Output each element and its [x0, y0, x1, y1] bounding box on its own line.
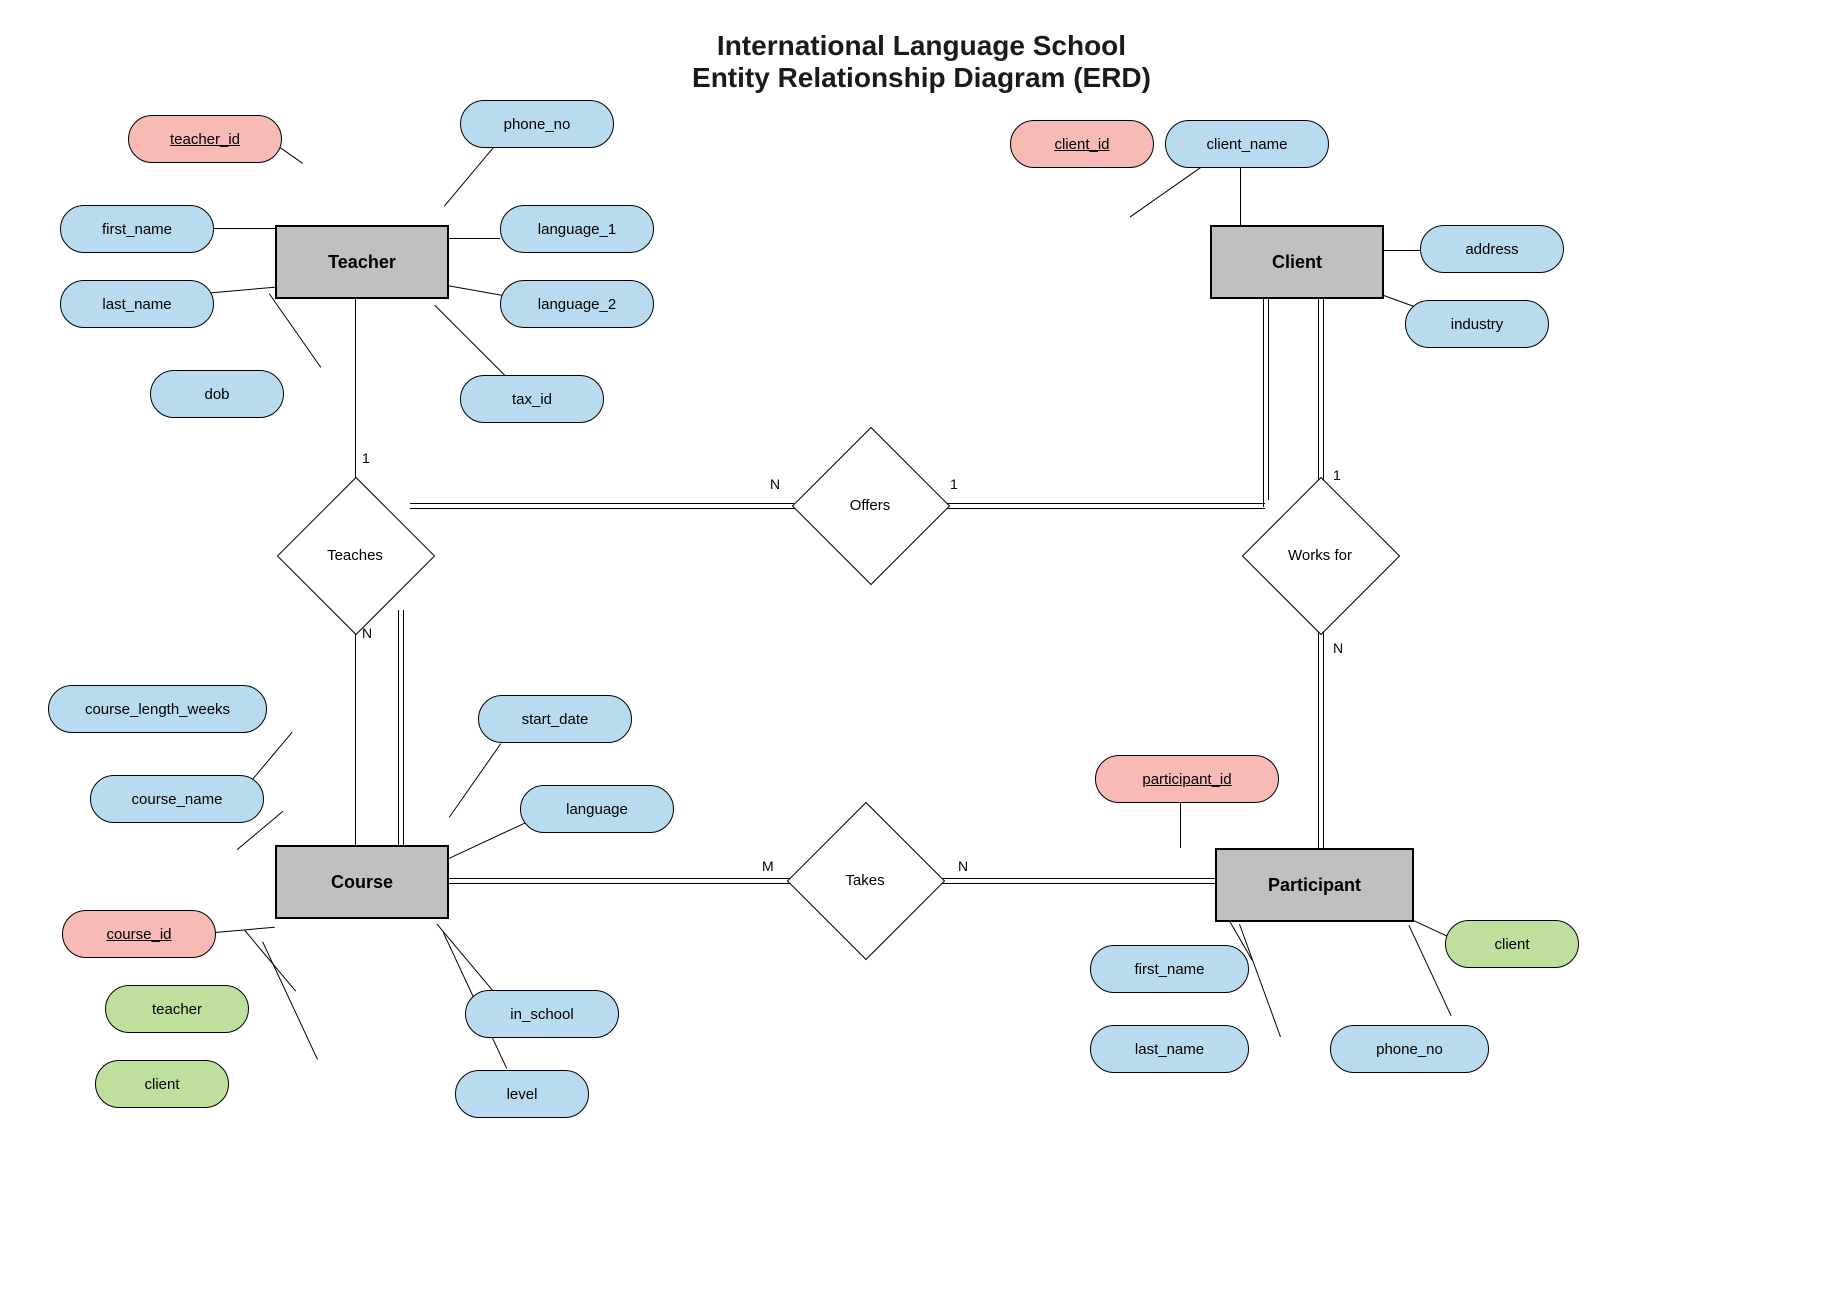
entity-teacher: Teacher [275, 225, 449, 299]
attr-last-name: last_name [60, 280, 214, 328]
attr-course-name: course_name [90, 775, 264, 823]
cardinality-takes-m: M [762, 858, 774, 874]
attr-client-id: client_id [1010, 120, 1154, 168]
connector [434, 305, 505, 376]
erd-diagram: International Language School Entity Rel… [0, 0, 1843, 1300]
attr-phone-no: phone_no [460, 100, 614, 148]
connector [445, 238, 500, 239]
relationship-offers-label: Offers [815, 450, 925, 560]
diagram-title-line1: International Language School [0, 30, 1843, 62]
attr-dob: dob [150, 370, 284, 418]
connector [444, 145, 496, 207]
cardinality-teaches-n: N [362, 625, 372, 641]
attr-language-2: language_2 [500, 280, 654, 328]
relationship-works-for: Works for [1265, 500, 1375, 610]
attr-address: address [1420, 225, 1564, 273]
rel-line-teaches-bottom [355, 600, 356, 845]
rel-line-takes-right [905, 878, 1215, 884]
relationship-teaches: Teaches [300, 500, 410, 610]
attr-course-client-fk: client [95, 1060, 229, 1108]
attr-industry: industry [1405, 300, 1549, 348]
relationship-works-for-label: Works for [1265, 500, 1375, 610]
rel-line-offers-right-v [1263, 295, 1269, 507]
entity-client-label: Client [1272, 252, 1322, 273]
entity-participant: Participant [1215, 848, 1414, 922]
connector [1240, 165, 1241, 225]
cardinality-offers-n: N [770, 476, 780, 492]
relationship-teaches-label: Teaches [300, 500, 410, 610]
attr-start-date: start_date [478, 695, 632, 743]
attr-language: language [520, 785, 674, 833]
cardinality-takes-n: N [958, 858, 968, 874]
attr-course-id: course_id [62, 910, 216, 958]
cardinality-offers-1: 1 [950, 476, 958, 492]
attr-in-school: in_school [465, 990, 619, 1038]
relationship-offers: Offers [815, 450, 925, 560]
attr-tax-id: tax_id [460, 375, 604, 423]
attr-first-name: first_name [60, 205, 214, 253]
cardinality-teaches-1: 1 [362, 450, 370, 466]
connector [449, 822, 526, 859]
cardinality-worksfor-n: N [1333, 640, 1343, 656]
connector [262, 941, 318, 1059]
relationship-takes: Takes [810, 825, 920, 935]
attr-participant-last-name: last_name [1090, 1025, 1249, 1073]
rel-line-worksfor-bottom [1318, 600, 1324, 848]
cardinality-worksfor-1: 1 [1333, 467, 1341, 483]
attr-participant-first-name: first_name [1090, 945, 1249, 993]
entity-participant-label: Participant [1268, 875, 1361, 896]
rel-line-offers-right [910, 503, 1265, 509]
attr-course-length-weeks: course_length_weeks [48, 685, 267, 733]
diagram-title-line2: Entity Relationship Diagram (ERD) [0, 62, 1843, 94]
entity-teacher-label: Teacher [328, 252, 396, 273]
attr-teacher-id: teacher_id [128, 115, 282, 163]
entity-client: Client [1210, 225, 1384, 299]
attr-level: level [455, 1070, 589, 1118]
rel-line-takes-left [445, 878, 825, 884]
relationship-takes-label: Takes [810, 825, 920, 935]
attr-client-name: client_name [1165, 120, 1329, 168]
rel-line-offers-left [400, 503, 830, 509]
entity-course-label: Course [331, 872, 393, 893]
connector [445, 285, 504, 296]
attr-participant-phone-no: phone_no [1330, 1025, 1489, 1073]
entity-course: Course [275, 845, 449, 919]
connector [1180, 800, 1181, 848]
connector [449, 743, 501, 817]
attr-participant-client-fk: client [1445, 920, 1579, 968]
attr-course-teacher-fk: teacher [105, 985, 249, 1033]
attr-language-1: language_1 [500, 205, 654, 253]
attr-participant-id: participant_id [1095, 755, 1279, 803]
connector [269, 293, 321, 367]
connector [1380, 250, 1420, 251]
